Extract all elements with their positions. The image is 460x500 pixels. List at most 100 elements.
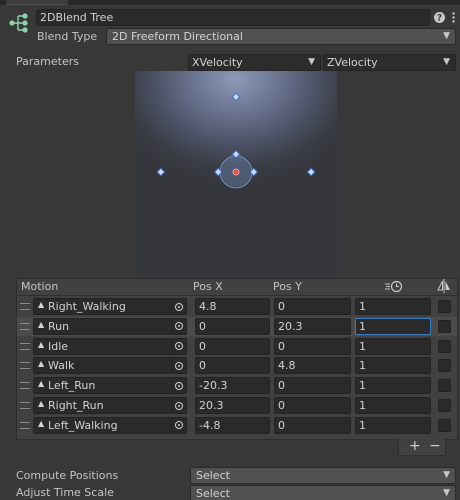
animation-clip-icon: ▲ <box>38 300 45 309</box>
clock-speed-icon <box>385 280 403 296</box>
drag-handle-icon[interactable] <box>20 303 30 310</box>
adjust-time-scale-label: Adjust Time Scale <box>16 486 114 499</box>
compute-positions-dropdown[interactable]: Select ▼ <box>190 467 456 484</box>
pos-y-field[interactable]: 0 <box>274 397 351 414</box>
speed-field[interactable]: 1 <box>355 377 431 395</box>
object-picker-icon[interactable] <box>171 299 186 314</box>
mirror-checkbox[interactable] <box>438 300 451 313</box>
pos-x-field[interactable]: -20.3 <box>195 377 270 395</box>
motion-clip-name: Left_Run <box>48 379 96 393</box>
blend-point[interactable] <box>306 167 316 177</box>
object-picker-icon[interactable] <box>171 378 186 394</box>
table-header-divider <box>17 295 457 296</box>
object-picker-icon[interactable] <box>171 318 186 334</box>
chevron-down-icon: ▼ <box>308 57 315 67</box>
drag-handle-icon[interactable] <box>20 402 30 409</box>
drag-handle-icon[interactable] <box>20 421 30 429</box>
remove-motion-button[interactable]: − <box>429 438 441 455</box>
drag-handle-icon[interactable] <box>20 342 30 350</box>
speed-field[interactable]: 1 <box>355 337 431 355</box>
adjust-time-scale-dropdown[interactable]: Select ▼ <box>190 485 456 500</box>
motion-clip-field[interactable]: ▲ Left_Walking <box>33 416 187 434</box>
speed-field[interactable]: 1 <box>355 298 431 315</box>
mirror-checkbox[interactable] <box>438 339 451 353</box>
object-picker-icon[interactable] <box>171 417 186 433</box>
motion-clip-name: Walk <box>48 359 75 373</box>
blend-space-plot <box>156 92 316 189</box>
pos-y-field[interactable]: 0 <box>274 377 351 395</box>
mirror-checkbox[interactable] <box>438 418 451 432</box>
motion-row[interactable]: ▲ Idle 0 0 1 <box>17 337 457 356</box>
blend-point[interactable] <box>231 92 241 102</box>
mirror-checkbox[interactable] <box>438 399 451 412</box>
blend-space-visualizer[interactable] <box>135 71 337 273</box>
motion-clip-field[interactable]: ▲ Right_Run <box>33 397 187 414</box>
pos-y-field[interactable]: 0 <box>274 337 351 355</box>
chevron-down-icon: ▼ <box>443 31 450 41</box>
motion-clip-field[interactable]: ▲ Idle <box>33 337 187 355</box>
parameters-label: Parameters <box>16 55 79 68</box>
tab-strip <box>0 0 460 5</box>
blend-type-dropdown[interactable]: 2D Freeform Directional ▼ <box>106 28 456 45</box>
motion-clip-name: Right_Walking <box>48 300 126 313</box>
motion-row[interactable]: ▲ Left_Walking -4.8 0 1 <box>17 416 457 435</box>
pos-x-field[interactable]: 4.8 <box>195 298 270 315</box>
pos-x-field[interactable]: 0 <box>195 317 270 335</box>
blend-point[interactable] <box>156 167 166 177</box>
mirror-icon <box>437 279 451 296</box>
animation-clip-icon: ▲ <box>38 339 45 349</box>
compute-positions-value: Select <box>196 469 230 482</box>
animation-clip-icon: ▲ <box>38 319 45 329</box>
tab-inspector[interactable] <box>6 0 68 5</box>
object-picker-icon[interactable] <box>171 398 186 413</box>
speed-field[interactable]: 1 <box>355 357 431 375</box>
pos-x-field[interactable]: 0 <box>195 357 270 375</box>
object-picker-icon[interactable] <box>171 338 186 354</box>
motion-row[interactable]: ▲ Right_Walking 4.8 0 1 <box>17 297 457 316</box>
pos-x-field[interactable]: 0 <box>195 337 270 355</box>
y-parameter-dropdown[interactable]: ZVelocity ▼ <box>323 54 456 71</box>
motion-clip-field[interactable]: ▲ Right_Walking <box>33 298 187 315</box>
motion-clip-name: Run <box>48 319 70 333</box>
motion-row[interactable]: ▲ Walk 0 4.8 1 <box>17 356 457 375</box>
mirror-checkbox[interactable] <box>438 319 451 333</box>
motion-clip-field[interactable]: ▲ Walk <box>33 357 187 375</box>
motion-clip-field[interactable]: ▲ Run <box>33 317 187 335</box>
animation-clip-icon: ▲ <box>38 359 45 369</box>
drag-handle-icon[interactable] <box>20 382 30 390</box>
speed-field[interactable]: 1 <box>355 397 431 414</box>
pos-y-field[interactable]: 0 <box>274 416 351 434</box>
pos-y-field[interactable]: 20.3 <box>274 317 351 335</box>
chevron-down-icon: ▼ <box>443 488 450 498</box>
motion-row[interactable]: ▲ Run 0 20.3 1 <box>17 316 457 336</box>
motion-row[interactable]: ▲ Left_Run -20.3 0 1 <box>17 376 457 395</box>
mirror-checkbox[interactable] <box>438 379 451 393</box>
blend-tree-icon <box>8 12 30 34</box>
motion-clip-name: Right_Run <box>48 399 104 412</box>
pos-x-field[interactable]: -4.8 <box>195 416 270 434</box>
pos-y-field[interactable]: 0 <box>274 298 351 315</box>
y-parameter-value: ZVelocity <box>327 56 378 69</box>
drag-handle-icon[interactable] <box>20 322 30 330</box>
blend-tree-name-field[interactable]: 2DBlend Tree <box>36 9 430 26</box>
speed-field[interactable]: 1 <box>355 317 431 335</box>
pos-y-field[interactable]: 4.8 <box>274 357 351 375</box>
motion-clip-field[interactable]: ▲ Left_Run <box>33 377 187 395</box>
x-parameter-value: XVelocity <box>192 56 243 69</box>
object-picker-icon[interactable] <box>171 358 186 374</box>
chevron-down-icon: ▼ <box>443 57 450 67</box>
add-motion-button[interactable]: + <box>409 438 421 455</box>
column-header-motion: Motion <box>21 280 59 293</box>
kebab-menu-icon[interactable] <box>447 11 460 24</box>
x-parameter-dropdown[interactable]: XVelocity ▼ <box>188 54 321 71</box>
speed-field[interactable]: 1 <box>355 416 431 434</box>
motion-row[interactable]: ▲ Right_Run 20.3 0 1 <box>17 396 457 415</box>
svg-text:?: ? <box>437 14 442 24</box>
drag-handle-icon[interactable] <box>20 362 30 370</box>
blend-type-label: Blend Type <box>37 30 98 43</box>
help-icon[interactable]: ? <box>433 11 446 24</box>
current-parameter-marker <box>232 168 240 176</box>
table-footer: + − <box>398 438 446 456</box>
pos-x-field[interactable]: 20.3 <box>195 397 270 414</box>
mirror-checkbox[interactable] <box>438 359 451 373</box>
